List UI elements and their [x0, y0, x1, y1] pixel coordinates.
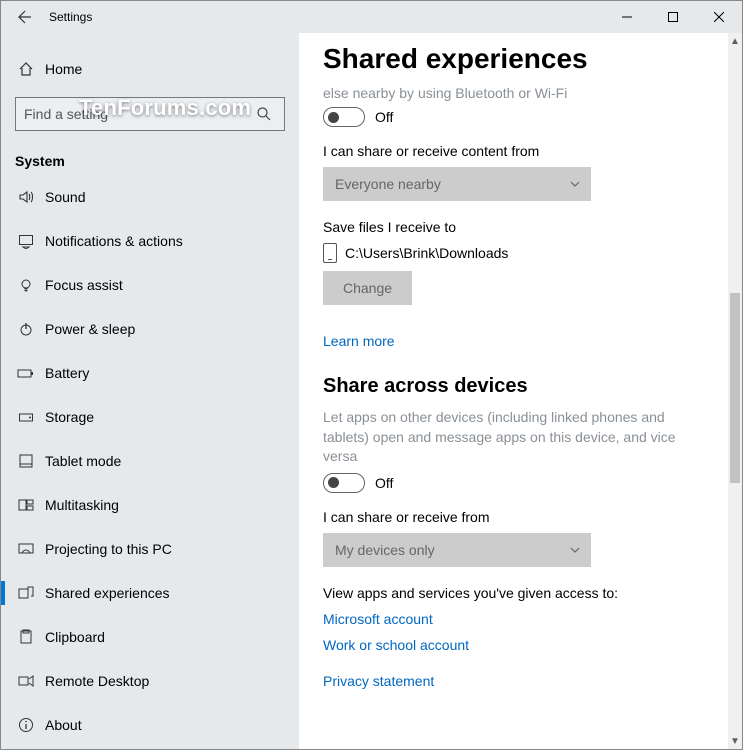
sidebar-item-label: Tablet mode — [45, 453, 121, 469]
sidebar-item-projecting[interactable]: Projecting to this PC — [1, 527, 299, 571]
sidebar-group-header: System — [1, 139, 299, 175]
battery-icon — [16, 365, 36, 381]
sidebar-item-label: Multitasking — [45, 497, 119, 513]
sidebar-item-label: Clipboard — [45, 629, 105, 645]
privacy-statement-link[interactable]: Privacy statement — [323, 673, 718, 689]
sidebar-item-label: Remote Desktop — [45, 673, 149, 689]
sidebar-item-label: Power & sleep — [45, 321, 135, 337]
sidebar-item-label: About — [45, 717, 82, 733]
sidebar-nav: Sound Notifications & actions Focus assi… — [1, 175, 299, 747]
remote-desktop-icon — [16, 673, 36, 689]
microsoft-account-link[interactable]: Microsoft account — [323, 611, 718, 627]
back-button[interactable] — [1, 1, 49, 33]
maximize-icon — [668, 12, 678, 22]
sidebar-item-focus-assist[interactable]: Focus assist — [1, 263, 299, 307]
content-pane: Shared experiences else nearby by using … — [299, 33, 742, 749]
minimize-button[interactable] — [604, 1, 650, 33]
page-title: Shared experiences — [323, 43, 718, 75]
sidebar-item-battery[interactable]: Battery — [1, 351, 299, 395]
sidebar-item-tablet-mode[interactable]: Tablet mode — [1, 439, 299, 483]
titlebar: Settings — [1, 1, 742, 33]
clipboard-icon — [16, 629, 36, 645]
scrollbar[interactable]: ▲ ▼ — [728, 33, 742, 749]
close-icon — [714, 12, 724, 22]
share-from-label: I can share or receive content from — [323, 143, 718, 159]
share-from2-label: I can share or receive from — [323, 509, 718, 525]
projecting-icon — [16, 541, 36, 557]
shared-experiences-icon — [16, 585, 36, 601]
sidebar-item-storage[interactable]: Storage — [1, 395, 299, 439]
device-icon — [323, 243, 337, 263]
work-school-account-link[interactable]: Work or school account — [323, 637, 718, 653]
toggle-switch-icon — [323, 473, 365, 493]
multitasking-icon — [16, 497, 36, 513]
save-path-row: C:\Users\Brink\Downloads — [323, 243, 718, 263]
sidebar-item-label: Sound — [45, 189, 85, 205]
chevron-down-icon — [569, 178, 581, 190]
change-button[interactable]: Change — [323, 271, 412, 305]
save-path: C:\Users\Brink\Downloads — [345, 245, 508, 261]
share-from2-dropdown[interactable]: My devices only — [323, 533, 591, 567]
home-icon — [16, 61, 36, 77]
scrollbar-thumb[interactable] — [730, 293, 740, 483]
sidebar-item-about[interactable]: About — [1, 703, 299, 747]
storage-icon — [16, 409, 36, 425]
focus-assist-icon — [16, 277, 36, 293]
dropdown-value: Everyone nearby — [335, 176, 441, 192]
close-button[interactable] — [696, 1, 742, 33]
learn-more-link[interactable]: Learn more — [323, 333, 718, 349]
search-icon — [256, 106, 276, 122]
sidebar-home-label: Home — [45, 61, 82, 77]
sidebar-item-label: Shared experiences — [45, 585, 170, 601]
sidebar-item-power-sleep[interactable]: Power & sleep — [1, 307, 299, 351]
power-icon — [16, 321, 36, 337]
maximize-button[interactable] — [650, 1, 696, 33]
section-description: Let apps on other devices (including lin… — [323, 408, 713, 467]
sidebar-item-sound[interactable]: Sound — [1, 175, 299, 219]
section-share-across-devices: Share across devices — [323, 375, 718, 398]
sidebar-item-label: Projecting to this PC — [45, 541, 172, 557]
sidebar: Home TenForums.com System Sound Notifica… — [1, 33, 299, 749]
notifications-icon — [16, 233, 36, 249]
sidebar-item-label: Battery — [45, 365, 89, 381]
toggle-switch-icon — [323, 107, 365, 127]
sidebar-item-multitasking[interactable]: Multitasking — [1, 483, 299, 527]
view-apps-label: View apps and services you've given acce… — [323, 585, 718, 601]
back-arrow-icon — [17, 9, 33, 25]
chevron-down-icon — [569, 544, 581, 556]
sidebar-item-clipboard[interactable]: Clipboard — [1, 615, 299, 659]
sidebar-item-label: Focus assist — [45, 277, 123, 293]
toggle-state-label: Off — [375, 109, 393, 125]
scroll-down-arrow-icon[interactable]: ▼ — [728, 733, 742, 749]
nearby-share-toggle[interactable]: Off — [323, 107, 718, 127]
sidebar-item-shared-experiences[interactable]: Shared experiences — [1, 571, 299, 615]
sidebar-item-notifications[interactable]: Notifications & actions — [1, 219, 299, 263]
sound-icon — [16, 189, 36, 205]
tablet-icon — [16, 453, 36, 469]
toggle-state-label: Off — [375, 475, 393, 491]
share-across-toggle[interactable]: Off — [323, 473, 718, 493]
sidebar-home[interactable]: Home — [1, 45, 299, 93]
scroll-up-arrow-icon[interactable]: ▲ — [728, 33, 742, 49]
about-icon — [16, 717, 36, 733]
minimize-icon — [622, 12, 632, 22]
truncated-description: else nearby by using Bluetooth or Wi-Fi — [323, 85, 718, 101]
sidebar-item-label: Notifications & actions — [45, 233, 183, 249]
sidebar-item-remote-desktop[interactable]: Remote Desktop — [1, 659, 299, 703]
share-from-dropdown[interactable]: Everyone nearby — [323, 167, 591, 201]
search-input-wrapper[interactable] — [15, 97, 285, 131]
save-files-label: Save files I receive to — [323, 219, 718, 235]
search-input[interactable] — [24, 106, 256, 122]
dropdown-value: My devices only — [335, 542, 435, 558]
window-title: Settings — [49, 10, 92, 24]
sidebar-item-label: Storage — [45, 409, 94, 425]
